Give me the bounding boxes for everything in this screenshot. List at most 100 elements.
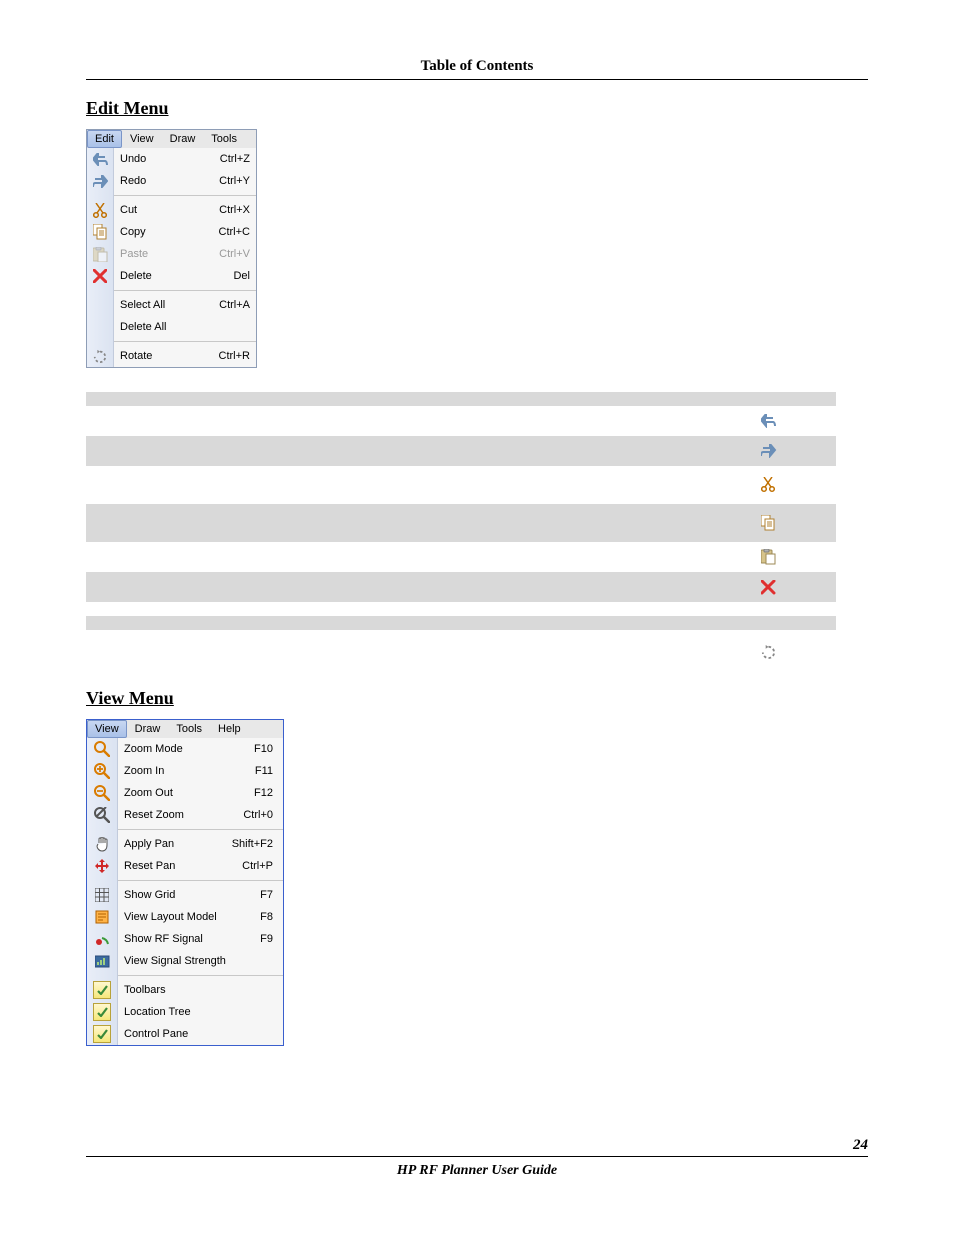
- cut-icon: [87, 199, 113, 221]
- view-menu-panel: View Draw Tools Help: [86, 719, 284, 1046]
- menu-label: View Layout Model: [124, 911, 260, 923]
- menu-item-reset-zoom[interactable]: Reset ZoomCtrl+0: [118, 804, 283, 826]
- menu-item-zoom-mode[interactable]: Zoom ModeF10: [118, 738, 283, 760]
- blank-icon: [87, 294, 113, 316]
- menu-accel: Ctrl+V: [219, 248, 250, 260]
- menu-item-rotate[interactable]: RotateCtrl+R: [114, 345, 256, 367]
- menu-label: Toolbars: [124, 984, 273, 996]
- ref-delete-icon: [701, 572, 836, 602]
- menu-item-show-rf[interactable]: Show RF SignalF9: [118, 928, 283, 950]
- menu-item-reset-pan[interactable]: Reset PanCtrl+P: [118, 855, 283, 877]
- page-footer: 24 HP RF Planner User Guide: [86, 1137, 868, 1179]
- menu-accel: F7: [260, 889, 273, 901]
- menu-label: Delete All: [120, 321, 250, 333]
- menu-item-delete-all[interactable]: Delete All: [114, 316, 256, 338]
- menu-label: Select All: [120, 299, 219, 311]
- menu-item-control-pane[interactable]: Control Pane: [118, 1023, 283, 1045]
- menu-item-cut[interactable]: CutCtrl+X: [114, 199, 256, 221]
- menu-label: Control Pane: [124, 1028, 273, 1040]
- menu-label: Redo: [120, 175, 219, 187]
- edit-menu-panel: Edit View Draw Tools UndoCtrl+Z: [86, 129, 257, 368]
- menu-item-copy[interactable]: CopyCtrl+C: [114, 221, 256, 243]
- tab-view-2[interactable]: View: [87, 720, 127, 738]
- menu-item-view-layout[interactable]: View Layout ModelF8: [118, 906, 283, 928]
- ref-paste-icon: [701, 542, 836, 572]
- menu-label: Rotate: [120, 350, 219, 362]
- menu-item-apply-pan[interactable]: Apply PanShift+F2: [118, 833, 283, 855]
- copy-icon: [87, 221, 113, 243]
- rotate-icon: [87, 345, 113, 367]
- show-grid-icon: [87, 884, 117, 906]
- menu-accel: F10: [254, 743, 273, 755]
- signal-strength-icon: [87, 950, 117, 972]
- ref-cut-icon: [701, 466, 836, 504]
- tab-help[interactable]: Help: [210, 720, 249, 738]
- menu-label: Copy: [120, 226, 219, 238]
- tab-view[interactable]: View: [122, 130, 162, 148]
- control-pane-check-icon: [87, 1023, 117, 1045]
- page-header-toc: Table of Contents: [86, 58, 868, 80]
- menu-accel: Ctrl+P: [242, 860, 273, 872]
- edit-menu-tabs: Edit View Draw Tools: [87, 130, 256, 148]
- menu-item-show-grid[interactable]: Show GridF7: [118, 884, 283, 906]
- menu-accel: F11: [255, 765, 273, 777]
- menu-item-zoom-out[interactable]: Zoom OutF12: [118, 782, 283, 804]
- menu-accel: F12: [254, 787, 273, 799]
- tab-tools-2[interactable]: Tools: [168, 720, 210, 738]
- menu-accel: Ctrl+R: [219, 350, 250, 362]
- menu-label: Undo: [120, 153, 220, 165]
- edit-menu-reference-table: [86, 392, 836, 672]
- menu-accel: F9: [260, 933, 273, 945]
- tab-draw-2[interactable]: Draw: [127, 720, 169, 738]
- tab-tools[interactable]: Tools: [203, 130, 245, 148]
- tab-edit[interactable]: Edit: [87, 130, 122, 148]
- show-rf-icon: [87, 928, 117, 950]
- apply-pan-icon: [87, 833, 117, 855]
- menu-accel: F8: [260, 911, 273, 923]
- menu-item-undo[interactable]: UndoCtrl+Z: [114, 148, 256, 170]
- reset-pan-icon: [87, 855, 117, 877]
- menu-accel: Ctrl+Y: [219, 175, 250, 187]
- menu-accel: Shift+F2: [232, 838, 273, 850]
- redo-icon: [87, 170, 113, 192]
- menu-label: Show RF Signal: [124, 933, 260, 945]
- menu-label: Reset Zoom: [124, 809, 243, 821]
- view-layout-icon: [87, 906, 117, 928]
- tab-draw[interactable]: Draw: [162, 130, 204, 148]
- menu-accel: Del: [233, 270, 250, 282]
- page-number: 24: [86, 1137, 868, 1156]
- zoom-in-icon: [87, 760, 117, 782]
- menu-item-delete[interactable]: DeleteDel: [114, 265, 256, 287]
- menu-item-zoom-in[interactable]: Zoom InF11: [118, 760, 283, 782]
- blank-icon: [87, 316, 113, 338]
- menu-accel: Ctrl+X: [219, 204, 250, 216]
- menu-label: Zoom Mode: [124, 743, 254, 755]
- menu-item-location-tree[interactable]: Location Tree: [118, 1001, 283, 1023]
- menu-item-toolbars[interactable]: Toolbars: [118, 979, 283, 1001]
- menu-accel: Ctrl+C: [219, 226, 250, 238]
- view-menu-tabs: View Draw Tools Help: [87, 720, 283, 738]
- menu-accel: Ctrl+0: [243, 809, 273, 821]
- menu-item-redo[interactable]: RedoCtrl+Y: [114, 170, 256, 192]
- ref-redo-icon: [701, 436, 836, 466]
- menu-label: Location Tree: [124, 1006, 273, 1018]
- menu-label: Zoom In: [124, 765, 255, 777]
- menu-label: Paste: [120, 248, 219, 260]
- delete-icon: [87, 265, 113, 287]
- menu-label: Cut: [120, 204, 219, 216]
- menu-accel: Ctrl+Z: [220, 153, 250, 165]
- menu-accel: Ctrl+A: [219, 299, 250, 311]
- menu-item-paste: PasteCtrl+V: [114, 243, 256, 265]
- doc-title: HP RF Planner User Guide: [86, 1157, 868, 1179]
- location-tree-check-icon: [87, 1001, 117, 1023]
- menu-label: View Signal Strength: [124, 955, 273, 967]
- menu-item-signal-strength[interactable]: View Signal Strength: [118, 950, 283, 972]
- menu-label: Delete: [120, 270, 233, 282]
- reset-zoom-icon: [87, 804, 117, 826]
- zoom-out-icon: [87, 782, 117, 804]
- menu-item-select-all[interactable]: Select AllCtrl+A: [114, 294, 256, 316]
- menu-label: Apply Pan: [124, 838, 232, 850]
- view-menu-heading: View Menu: [86, 688, 868, 709]
- undo-icon: [87, 148, 113, 170]
- paste-icon: [87, 243, 113, 265]
